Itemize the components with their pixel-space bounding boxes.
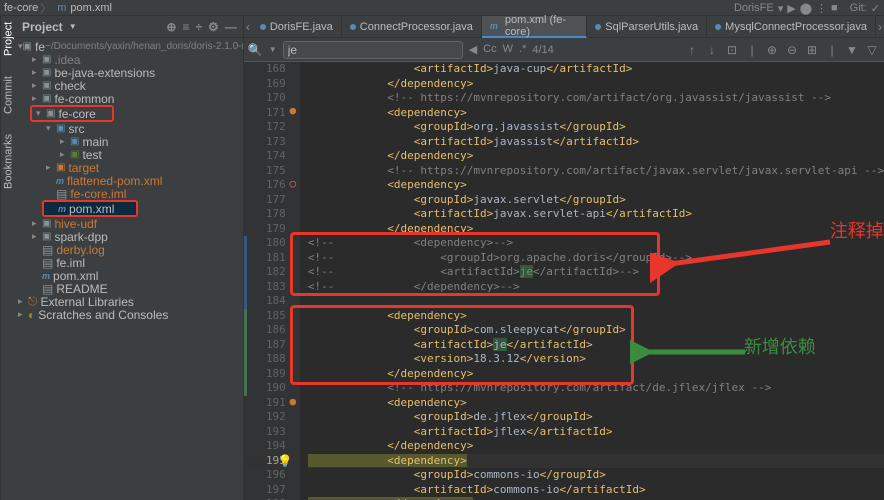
find-up-icon[interactable]: ↑ [684, 43, 700, 57]
debug-icon[interactable]: ⬤ [800, 2, 812, 15]
find-down-icon[interactable]: ↓ [704, 43, 720, 57]
gutter[interactable]: ● ○ ● 168169170171 172173174175 17617717… [244, 62, 300, 500]
find-input[interactable] [283, 41, 463, 59]
chevron-down-icon[interactable]: ▼ [269, 45, 277, 54]
hide-icon[interactable]: — [225, 20, 237, 34]
vcs-pull-icon[interactable]: ✓ [871, 2, 880, 15]
find-words[interactable]: W [503, 43, 513, 56]
find-all-icon[interactable]: ⊞ [804, 43, 820, 57]
title-bar: fe-core 〉 m pom.xml DorisFE ▾ ▶ ⬤ ⋮ ■ Gi… [0, 0, 884, 16]
collapse-icon[interactable]: ÷ [195, 20, 202, 34]
find-sep-icon: | [744, 43, 760, 57]
tree-fe-core: ▾▣fe-core [32, 107, 112, 120]
find-sep2-icon: | [824, 43, 840, 57]
find-remove-icon[interactable]: ⊖ [784, 43, 800, 57]
tab-prev-icon[interactable]: ‹ [244, 20, 252, 34]
tab-sqlparser[interactable]: SqlParserUtils.java [587, 16, 707, 38]
find-regex[interactable]: .* [519, 43, 526, 56]
git-label: Git: [850, 2, 867, 14]
tab-connectprocessor[interactable]: ConnectProcessor.java [342, 16, 482, 38]
bookmarks-tab[interactable]: Bookmarks [3, 134, 15, 189]
commit-tab[interactable]: Commit [3, 76, 15, 114]
tab-mysqlconnect[interactable]: MysqlConnectProcessor.java [707, 16, 876, 38]
find-match-case[interactable]: Cc [483, 43, 496, 56]
select-opened-icon[interactable]: ⊕ [166, 20, 176, 34]
find-bar: 🔍 ▼ ◀ Cc W .* 4/14 ↑ ↓ ⊡ | ⊕ ⊖ ⊞ | ▼ ▽ [244, 38, 884, 62]
chevron-down-icon[interactable]: ▼ [69, 22, 77, 31]
project-panel: Project ▼ ⊕ ≡ ÷ ⚙ — ▾▣fe ~/Documents/yax… [16, 16, 244, 500]
settings-icon[interactable]: ⚙ [208, 20, 219, 34]
editor-area: ‹ DorisFE.java ConnectProcessor.java mpo… [244, 16, 884, 500]
chevron-down-icon[interactable]: ▾ [778, 2, 784, 15]
find-filter-icon[interactable]: ▼ [844, 43, 860, 57]
project-tab[interactable]: Project [3, 22, 15, 56]
find-funnel-icon[interactable]: ▽ [864, 43, 880, 57]
tab-next-icon[interactable]: › [876, 20, 884, 34]
xml-icon: m [57, 2, 66, 14]
find-prev-icon[interactable]: ◀ [469, 43, 477, 56]
left-tool-strip: Bookmarks Commit Project [0, 16, 16, 500]
project-title: Project [22, 20, 63, 34]
more-run-icon[interactable]: ⋮ [816, 2, 827, 15]
tree-pom-xml: mpom.xml [44, 202, 136, 215]
tab-dorisfe[interactable]: DorisFE.java [252, 16, 342, 38]
search-icon: 🔍 [248, 43, 263, 57]
run-config-select[interactable]: DorisFE [734, 2, 774, 14]
expand-icon[interactable]: ≡ [182, 20, 189, 34]
tab-pom-xml[interactable]: mpom.xml (fe-core) [482, 16, 587, 38]
file-name: pom.xml [70, 2, 112, 14]
find-add-icon[interactable]: ⊕ [764, 43, 780, 57]
annotation-comment-out: 注释掉 [830, 225, 884, 240]
project-header: Project ▼ ⊕ ≡ ÷ ⚙ — [16, 16, 243, 38]
find-count: 4/14 [532, 44, 553, 56]
stop-icon[interactable]: ■ [831, 2, 838, 14]
code-editor[interactable]: <artifactId>java-cup</artifactId> </depe… [300, 62, 884, 500]
module-name: fe-core [4, 2, 38, 14]
code-area: ● ○ ● 168169170171 172173174175 17617717… [244, 62, 884, 500]
bulb-icon[interactable]: 💡 [278, 454, 293, 469]
editor-tabs: ‹ DorisFE.java ConnectProcessor.java mpo… [244, 16, 884, 38]
annotation-new-dep: 新增依赖 [744, 341, 816, 356]
find-select-icon[interactable]: ⊡ [724, 43, 740, 57]
run-icon[interactable]: ▶ [787, 2, 795, 15]
project-tree[interactable]: ▾▣fe ~/Documents/yaxin/henan_doris/doris… [16, 38, 243, 500]
